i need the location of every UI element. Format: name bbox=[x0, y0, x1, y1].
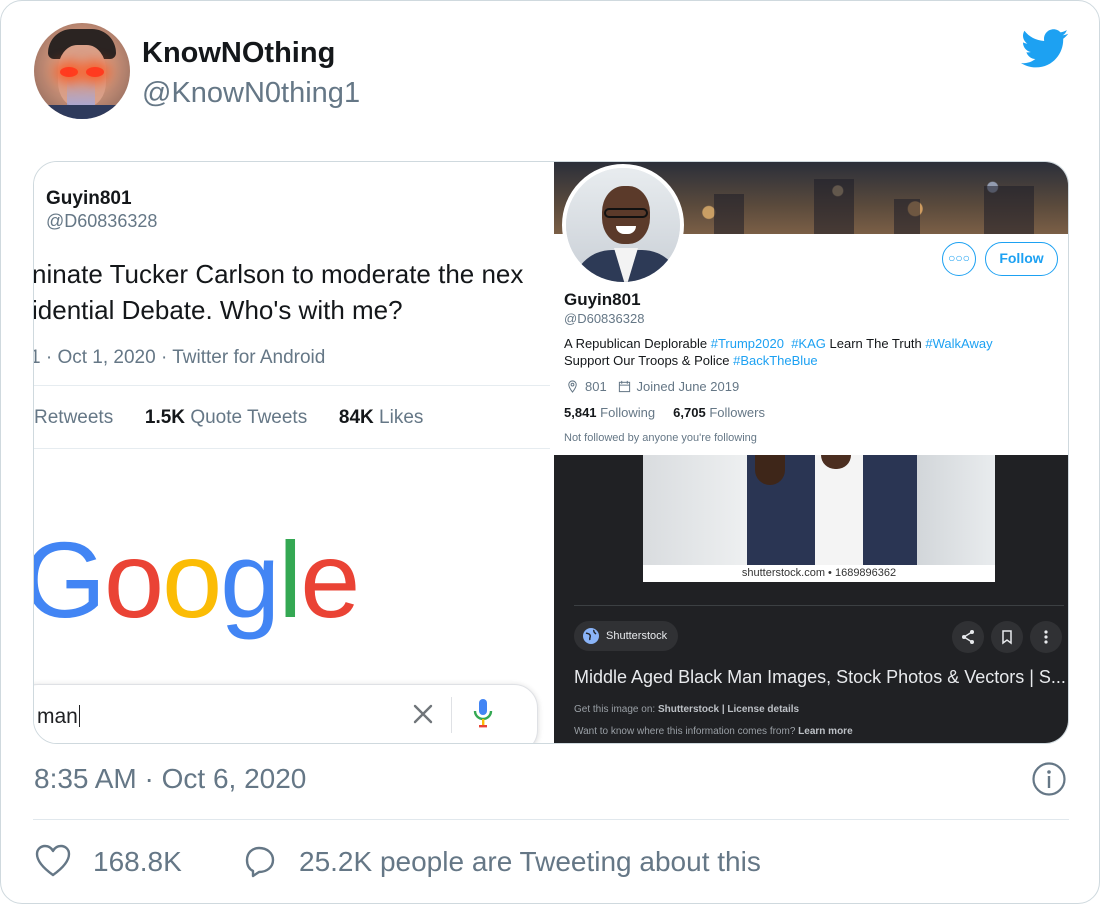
quote-label: Quote Tweets bbox=[190, 407, 308, 428]
globe-icon bbox=[583, 628, 599, 644]
divider bbox=[34, 385, 550, 386]
author-handle[interactable]: @KnowN0thing1 bbox=[142, 77, 360, 110]
profile-handle: @D60836328 bbox=[564, 311, 645, 326]
reply-bubble-icon[interactable] bbox=[241, 844, 277, 880]
twitter-bird-icon[interactable] bbox=[1021, 29, 1069, 69]
not-followed-note: Not followed by anyone you're following bbox=[564, 432, 757, 444]
profile-avatar bbox=[562, 164, 684, 286]
calendar-icon bbox=[618, 380, 630, 393]
quoted-display-name: Guyin801 bbox=[46, 188, 132, 209]
like-count[interactable]: 168.8K bbox=[93, 846, 182, 878]
location-icon bbox=[568, 380, 577, 393]
tweeting-about-link[interactable]: 25.2K people are Tweeting about this bbox=[299, 846, 761, 878]
bookmark-icon bbox=[991, 621, 1023, 653]
tweet-card: KnowNOthing @KnowN0thing1 Guyin801 @D608… bbox=[0, 0, 1100, 904]
screenshot-tweet: Guyin801 @D60836328 ninate Tucker Carlso… bbox=[34, 162, 554, 743]
quoted-handle: @D60836328 bbox=[46, 211, 158, 231]
heart-icon[interactable] bbox=[35, 844, 71, 878]
more-options-icon: ○○○ bbox=[942, 242, 976, 276]
quote-count: 1.5K bbox=[144, 407, 186, 428]
quoted-text-line-2: idential Debate. Who's with me? bbox=[34, 295, 403, 325]
retweets-label: Retweets bbox=[34, 407, 114, 428]
profile-meta: 801 Joined June 2019 bbox=[566, 379, 739, 394]
divider bbox=[574, 605, 1064, 606]
profile-bio-line-2: Support Our Troops & Police #BackTheBlue bbox=[564, 353, 818, 368]
quoted-meta: 1 · Oct 1, 2020 · Twitter for Android bbox=[34, 347, 326, 368]
divider bbox=[451, 697, 452, 733]
stock-photo: shutterstock.com • 1689896362 bbox=[643, 455, 995, 582]
info-icon[interactable] bbox=[1031, 761, 1067, 797]
quoted-stats: Retweets 1.5K Quote Tweets 84K Likes bbox=[34, 407, 423, 429]
clear-icon bbox=[413, 704, 433, 724]
get-image-line: Get this image on: Shutterstock | Licens… bbox=[574, 704, 800, 715]
screenshot-profile: ○○○ Follow Guyin801 @D60836328 A Republi… bbox=[554, 162, 1068, 743]
google-search-box: man bbox=[34, 684, 538, 743]
more-vert-icon bbox=[1030, 621, 1062, 653]
stock-caption: shutterstock.com • 1689896362 bbox=[643, 565, 995, 582]
google-image-result: shutterstock.com • 1689896362 Shuttersto… bbox=[554, 455, 1068, 743]
tweet-media[interactable]: Guyin801 @D60836328 ninate Tucker Carlso… bbox=[33, 161, 1069, 744]
profile-follow-counts: 5,841 Following 6,705 Followers bbox=[564, 405, 765, 420]
tweet-timestamp[interactable]: 8:35 AM · Oct 6, 2020 bbox=[34, 763, 306, 795]
quoted-text-line-1: ninate Tucker Carlson to moderate the ne… bbox=[34, 259, 524, 289]
likes-count: 84K bbox=[338, 407, 374, 428]
profile-bio-line-1: A Republican Deplorable #Trump2020 #KAG … bbox=[564, 336, 993, 351]
share-icon bbox=[952, 621, 984, 653]
image-result-title: Middle Aged Black Man Images, Stock Phot… bbox=[574, 667, 1066, 687]
divider bbox=[33, 819, 1069, 820]
author-display-name[interactable]: KnowNOthing bbox=[142, 37, 335, 70]
divider bbox=[34, 448, 550, 449]
source-chip: Shutterstock bbox=[574, 621, 678, 651]
google-logo: Google bbox=[34, 519, 360, 640]
author-avatar[interactable] bbox=[34, 23, 130, 119]
likes-label: Likes bbox=[379, 407, 424, 428]
profile-name: Guyin801 bbox=[564, 290, 641, 309]
search-input: man bbox=[37, 705, 80, 728]
microphone-icon bbox=[473, 699, 493, 728]
info-source-line: Want to know where this information come… bbox=[574, 726, 853, 737]
follow-button: Follow bbox=[985, 242, 1058, 276]
